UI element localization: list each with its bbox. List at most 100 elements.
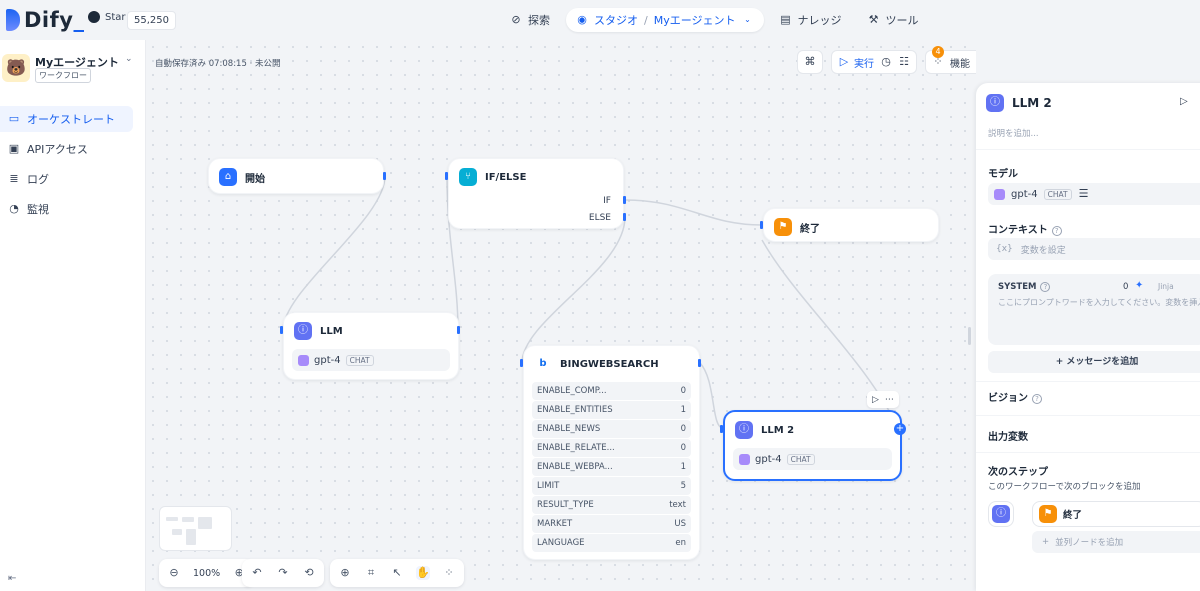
param-value: 0: [680, 424, 686, 434]
end-node-input-handle[interactable]: [760, 221, 763, 229]
sidebar-item-api-access[interactable]: ▣ APIアクセス: [0, 136, 133, 162]
next-step-label: 次のステップ: [988, 467, 1048, 478]
divider: [976, 149, 1200, 150]
context-variable-selector[interactable]: {x} 変数を設定: [988, 238, 1200, 260]
sidebar-item-logs[interactable]: ≣ ログ: [0, 166, 133, 192]
add-message-button[interactable]: + メッセージを追加: [988, 351, 1200, 373]
nav-explore-label: 探索: [528, 14, 550, 27]
bing-node-title: BINGWEBSEARCH: [560, 358, 659, 370]
more-options-icon[interactable]: ⋯: [885, 395, 894, 405]
app-header[interactable]: 🐻 Myエージェント ワークフロー ⌄: [0, 50, 146, 90]
sidebar-item-monitoring[interactable]: ◔ 監視: [0, 196, 133, 222]
sparkle-icon[interactable]: ✦: [1135, 280, 1143, 291]
minimap[interactable]: [159, 506, 232, 551]
zoom-level[interactable]: 100%: [193, 568, 220, 579]
ifelse-node[interactable]: ⑂ IF/ELSE IF ELSE: [448, 158, 624, 229]
param-row: MARKET US: [532, 515, 691, 533]
nav-tools[interactable]: ⚒ ツール: [858, 8, 929, 32]
param-value: 0: [680, 386, 686, 396]
else-branch-handle[interactable]: [623, 213, 626, 221]
panel-model-name: gpt-4: [1011, 188, 1038, 200]
chevron-down-icon[interactable]: ⌄: [125, 54, 133, 64]
llm-node-output-handle[interactable]: [457, 326, 460, 334]
add-node-icon[interactable]: ⊕: [338, 566, 352, 580]
start-node[interactable]: ⌂ 開始: [208, 158, 384, 194]
llm2-node-input-handle[interactable]: [720, 425, 723, 433]
breadcrumb-app[interactable]: Myエージェント: [654, 12, 736, 28]
settings-sliders-icon[interactable]: ☰: [1078, 188, 1090, 200]
param-value: 5: [680, 481, 686, 491]
redo-icon[interactable]: ↷: [276, 566, 290, 580]
model-selector[interactable]: gpt-4 CHAT ☰: [988, 183, 1200, 205]
history-icon[interactable]: ⟲: [302, 566, 316, 580]
bing-search-node[interactable]: b BINGWEBSEARCH ENABLE_COMP... 0 ENABLE_E…: [523, 345, 700, 560]
openai-icon: [994, 188, 1005, 200]
next-step-target[interactable]: ⚑ 終了: [1032, 501, 1200, 527]
param-key: LIMIT: [537, 481, 560, 491]
param-key: ENABLE_ENTITIES: [537, 405, 613, 415]
panel-title[interactable]: LLM 2: [1012, 96, 1052, 110]
divider: [976, 415, 1200, 416]
add-parallel-node-button[interactable]: + 並列ノードを追加: [1032, 531, 1200, 553]
end-node-title: 終了: [800, 223, 820, 235]
canvas-mode-controls: ⊕ ⌗ ↖ ✋ ⁘: [330, 559, 464, 587]
run-node-icon[interactable]: ▷: [1180, 96, 1188, 107]
organize-icon[interactable]: ⁘: [442, 566, 456, 580]
nav-studio[interactable]: ◉ スタジオ / Myエージェント ⌄: [566, 8, 764, 32]
sidebar-item-label: オーケストレート: [27, 113, 115, 126]
llm2-model-mode: CHAT: [786, 453, 815, 465]
ifelse-node-input-handle[interactable]: [445, 172, 448, 180]
param-key: ENABLE_RELATE...: [537, 443, 615, 453]
hand-icon[interactable]: ✋: [416, 566, 430, 580]
param-row: ENABLE_COMP... 0: [532, 382, 691, 400]
divider: [976, 452, 1200, 453]
app-avatar-icon: 🐻: [2, 54, 30, 82]
llm-node[interactable]: ⓘ LLM gpt-4 CHAT: [283, 312, 459, 380]
else-branch-label: ELSE: [588, 213, 611, 223]
file-list-icon: ≣: [9, 172, 19, 185]
app-type-badge: ワークフロー: [35, 68, 91, 83]
dify-logo[interactable]: Dify_: [6, 8, 84, 32]
collapse-sidebar-icon[interactable]: ⇤: [8, 573, 16, 584]
nav-knowledge[interactable]: ▤ ナレッジ: [770, 8, 852, 32]
add-next-node-button[interactable]: +: [894, 423, 906, 435]
panel-header: ⓘ LLM 2: [986, 94, 1052, 112]
nav-explore[interactable]: ⊘ 探索: [500, 8, 560, 32]
undo-icon[interactable]: ↶: [250, 566, 264, 580]
nav-knowledge-label: ナレッジ: [797, 14, 842, 27]
description-input[interactable]: 説明を追加...: [988, 127, 1039, 139]
bing-node-input-handle[interactable]: [520, 359, 523, 367]
github-star-label: Star: [105, 11, 126, 23]
jinja-toggle[interactable]: Jinja: [1158, 282, 1174, 291]
start-node-output-handle[interactable]: [383, 172, 386, 180]
variable-icon: {x}: [996, 244, 1013, 254]
sidebar-item-orchestrate[interactable]: ▭ オーケストレート: [0, 106, 133, 132]
workflow-canvas[interactable]: 自動保存済み 07:08:15 · 未公開 ⌘ ▷ 実行 ◷ ☷ 4 ⁘ 機能 ⌂…: [146, 40, 976, 591]
dify-logo-text: Dify_: [24, 8, 85, 32]
next-target-label: 終了: [1063, 510, 1083, 521]
history-controls: ↶ ↷ ⟲: [242, 559, 324, 587]
dashboard-icon: ◔: [9, 202, 19, 215]
nav-studio-label: スタジオ: [594, 14, 638, 27]
bing-node-output-handle[interactable]: [698, 359, 701, 367]
if-branch-handle[interactable]: [623, 196, 626, 204]
end-node[interactable]: ⚑ 終了: [763, 208, 939, 242]
param-row: ENABLE_NEWS 0: [532, 420, 691, 438]
pointer-icon[interactable]: ↖: [390, 566, 404, 580]
output-variables-label[interactable]: 出力変数: [988, 428, 1028, 443]
llm-model-pill: gpt-4 CHAT: [292, 349, 450, 371]
panel-resize-handle[interactable]: [968, 327, 971, 345]
start-node-header: ⌂ 開始: [209, 159, 383, 195]
llm2-model-pill: gpt-4 CHAT: [733, 448, 892, 470]
system-prompt-editor[interactable]: SYSTEM? 0 ✦ Jinja ここにプロンプトワードを入力してください。変…: [988, 274, 1200, 345]
add-note-icon[interactable]: ⌗: [364, 566, 378, 580]
zoom-out-icon[interactable]: ⊖: [167, 566, 181, 580]
node-config-panel: ⓘ LLM 2 ▷ 説明を追加... モデル gpt-4 CHAT ☰ コンテキ…: [976, 83, 1200, 591]
home-icon: ⌂: [219, 168, 237, 186]
top-bar: Dify_ Star 55,250 ⊘ 探索 ◉ スタジオ / Myエージェント…: [0, 0, 1200, 40]
llm-node-input-handle[interactable]: [280, 326, 283, 334]
run-node-icon[interactable]: ▷: [872, 395, 879, 405]
llm2-node[interactable]: ⓘ LLM 2 gpt-4 CHAT: [723, 410, 902, 481]
llm-model-mode: CHAT: [345, 354, 374, 366]
github-star-button[interactable]: Star: [88, 11, 126, 23]
